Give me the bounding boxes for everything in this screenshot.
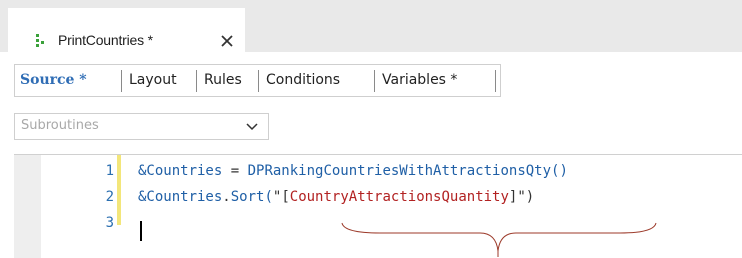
tab-separator [196,70,197,92]
code-operator: = [222,163,248,179]
object-icon [36,34,44,47]
tab-printcountries[interactable]: PrintCountries * [8,8,245,52]
annotation-brace [341,222,657,257]
code-line-2: &Countries.Sort( " [CountryAttractionsQuan… [138,189,534,205]
tab-variables[interactable]: Variables * [377,65,462,96]
subroutines-dropdown[interactable]: Subroutines [14,113,269,140]
code-quote: " [517,189,526,205]
code-variable: &Countries [138,163,223,179]
line-number: 1 [105,163,114,179]
close-icon[interactable] [220,34,234,48]
tab-layout[interactable]: Layout [124,65,182,96]
change-indicator [117,155,121,225]
tab-separator [258,70,259,92]
dropdown-value: Subroutines [21,118,99,133]
gutter-margin [14,155,41,258]
code-bracket: [ [281,189,290,205]
tab-conditions[interactable]: Conditions [261,65,345,96]
chevron-down-icon [246,123,258,131]
code-call: DPRankingCountriesWithAttractionsQty() [247,163,568,179]
tab-title: PrintCountries * [58,32,153,48]
text-caret [140,221,142,241]
tab-rules[interactable]: Rules [199,65,247,96]
tab-separator [121,70,122,92]
line-number: 2 [105,189,114,205]
tab-separator [374,70,375,92]
line-number: 3 [105,215,114,231]
code-operator: . [222,189,231,205]
code-line-1: &Countries = DPRankingCountriesWithAttra… [138,163,568,179]
tab-source[interactable]: Source * [15,65,92,96]
tab-separator [495,70,496,92]
code-method: Sort( [230,189,273,205]
code-paren: ) [525,189,535,205]
code-variable: &Countries [138,189,223,205]
editor-subtabs: Source * Layout Rules Conditions Variabl… [14,64,501,97]
document-tab-bar: PrintCountries * [0,0,742,52]
code-string: CountryAttractionsQuantity [289,189,509,205]
